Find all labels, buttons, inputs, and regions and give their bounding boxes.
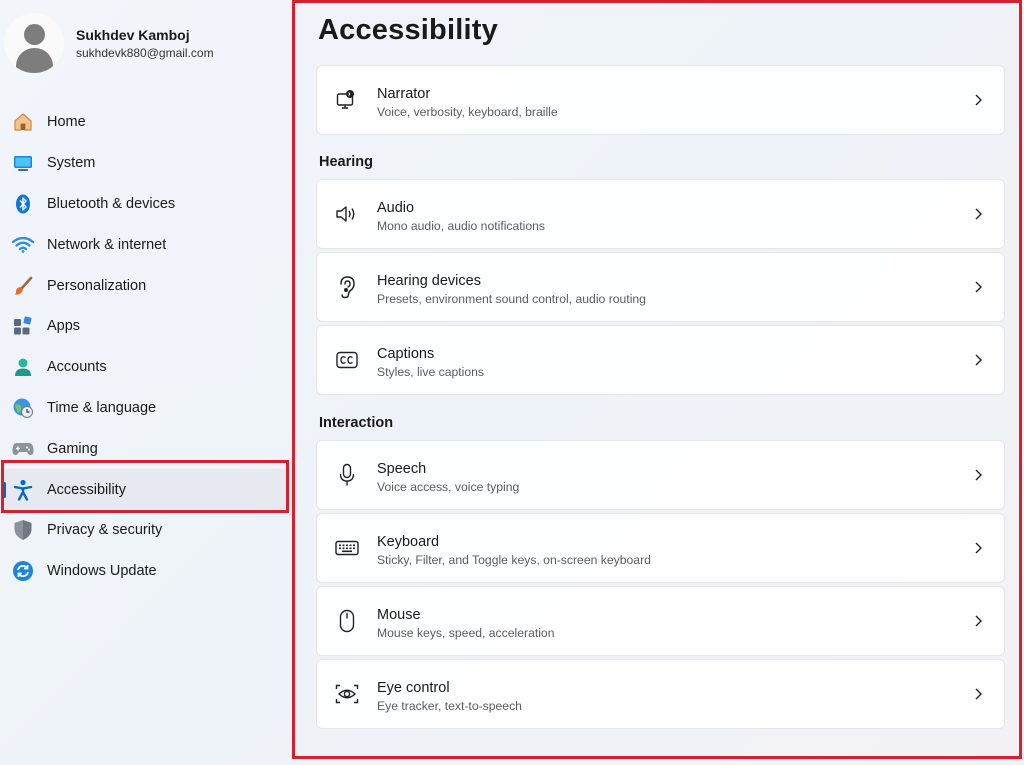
sidebar-item-label: Privacy & security xyxy=(47,522,163,539)
chevron-right-icon xyxy=(975,469,982,481)
chevron-right-icon xyxy=(975,615,982,627)
card-subtitle: Voice access, voice typing xyxy=(377,480,520,494)
section-interaction: Interaction xyxy=(319,415,394,431)
card-keyboard[interactable]: Keyboard Sticky, Filter, and Toggle keys… xyxy=(316,513,1005,583)
shield-icon xyxy=(12,519,34,541)
chevron-right-icon xyxy=(975,281,982,293)
sidebar-nav: Home System Bluetooth & devices Network … xyxy=(0,102,290,592)
accessibility-icon xyxy=(12,479,34,501)
chevron-right-icon xyxy=(975,354,982,366)
sidebar-item-label: Accounts xyxy=(47,359,107,376)
microphone-icon xyxy=(335,463,359,487)
card-title: Hearing devices xyxy=(377,273,481,289)
home-icon xyxy=(12,111,34,133)
card-title: Narrator xyxy=(377,86,431,102)
card-subtitle: Mouse keys, speed, acceleration xyxy=(377,626,555,640)
sidebar-item-home[interactable]: Home xyxy=(0,102,290,143)
sidebar-item-system[interactable]: System xyxy=(0,143,290,184)
card-hearing-devices[interactable]: Hearing devices Presets, environment sou… xyxy=(316,252,1005,322)
sidebar-item-label: Time & language xyxy=(47,399,157,416)
sidebar-item-label: Apps xyxy=(47,318,81,335)
mouse-icon xyxy=(335,609,359,633)
apps-icon xyxy=(12,315,34,337)
sidebar-item-label: Network & internet xyxy=(47,236,167,253)
speaker-icon xyxy=(335,202,359,226)
avatar[interactable] xyxy=(4,13,64,73)
gamepad-icon xyxy=(12,438,34,460)
captions-icon xyxy=(335,348,359,372)
sidebar: Sukhdev Kamboj sukhdevk880@gmail.com Hom… xyxy=(0,0,290,765)
card-title: Captions xyxy=(377,346,435,362)
card-title: Keyboard xyxy=(377,534,440,550)
card-subtitle: Voice, verbosity, keyboard, braille xyxy=(377,105,558,119)
chevron-right-icon xyxy=(975,688,982,700)
sidebar-item-label: Accessibility xyxy=(47,481,126,498)
card-subtitle: Eye tracker, text-to-speech xyxy=(377,699,522,713)
eye-control-icon xyxy=(335,682,359,706)
card-subtitle: Styles, live captions xyxy=(377,365,485,379)
sidebar-item-privacy[interactable]: Privacy & security xyxy=(0,510,290,551)
bluetooth-icon xyxy=(12,193,34,215)
globe-clock-icon xyxy=(12,397,34,419)
card-title: Eye control xyxy=(377,680,450,696)
card-subtitle: Mono audio, audio notifications xyxy=(377,219,546,233)
keyboard-icon xyxy=(335,536,359,560)
sidebar-item-apps[interactable]: Apps xyxy=(0,306,290,347)
sidebar-item-network[interactable]: Network & internet xyxy=(0,224,290,265)
card-captions[interactable]: Captions Styles, live captions xyxy=(316,325,1005,395)
card-narrator[interactable]: Narrator Voice, verbosity, keyboard, bra… xyxy=(316,65,1005,135)
wifi-icon xyxy=(12,234,34,256)
card-speech[interactable]: Speech Voice access, voice typing xyxy=(316,440,1005,510)
chevron-right-icon xyxy=(975,208,982,220)
user-profile[interactable]: Sukhdev Kamboj sukhdevk880@gmail.com xyxy=(4,13,214,73)
page-title: Accessibility xyxy=(318,14,498,46)
sidebar-item-label: System xyxy=(47,155,96,172)
sidebar-item-windows-update[interactable]: Windows Update xyxy=(0,551,290,592)
narrator-icon xyxy=(335,88,359,112)
sidebar-item-label: Personalization xyxy=(47,277,147,294)
sidebar-item-label: Windows Update xyxy=(47,563,157,580)
chevron-right-icon xyxy=(975,94,982,106)
sidebar-item-bluetooth[interactable]: Bluetooth & devices xyxy=(0,184,290,225)
profile-email: sukhdevk880@gmail.com xyxy=(76,45,214,60)
card-subtitle: Sticky, Filter, and Toggle keys, on-scre… xyxy=(377,553,651,567)
brush-icon xyxy=(12,275,34,297)
card-title: Audio xyxy=(377,200,415,216)
system-icon xyxy=(12,152,34,174)
card-subtitle: Presets, environment sound control, audi… xyxy=(377,292,646,306)
ear-icon xyxy=(335,275,359,299)
sidebar-item-accessibility[interactable]: Accessibility xyxy=(0,469,290,510)
sidebar-item-label: Bluetooth & devices xyxy=(47,195,176,212)
card-title: Mouse xyxy=(377,607,421,623)
card-eye-control[interactable]: Eye control Eye tracker, text-to-speech xyxy=(316,659,1005,729)
accounts-icon xyxy=(12,356,34,378)
sidebar-item-accounts[interactable]: Accounts xyxy=(0,347,290,388)
card-audio[interactable]: Audio Mono audio, audio notifications xyxy=(316,179,1005,249)
card-title: Speech xyxy=(377,461,427,477)
card-mouse[interactable]: Mouse Mouse keys, speed, acceleration xyxy=(316,586,1005,656)
profile-name: Sukhdev Kamboj xyxy=(76,26,190,43)
sidebar-item-time-language[interactable]: Time & language xyxy=(0,388,290,429)
sidebar-item-label: Home xyxy=(47,114,86,131)
section-hearing: Hearing xyxy=(319,154,373,170)
sidebar-item-personalization[interactable]: Personalization xyxy=(0,265,290,306)
sidebar-item-label: Gaming xyxy=(47,440,98,457)
chevron-right-icon xyxy=(975,542,982,554)
sidebar-item-gaming[interactable]: Gaming xyxy=(0,428,290,469)
update-icon xyxy=(12,560,34,582)
